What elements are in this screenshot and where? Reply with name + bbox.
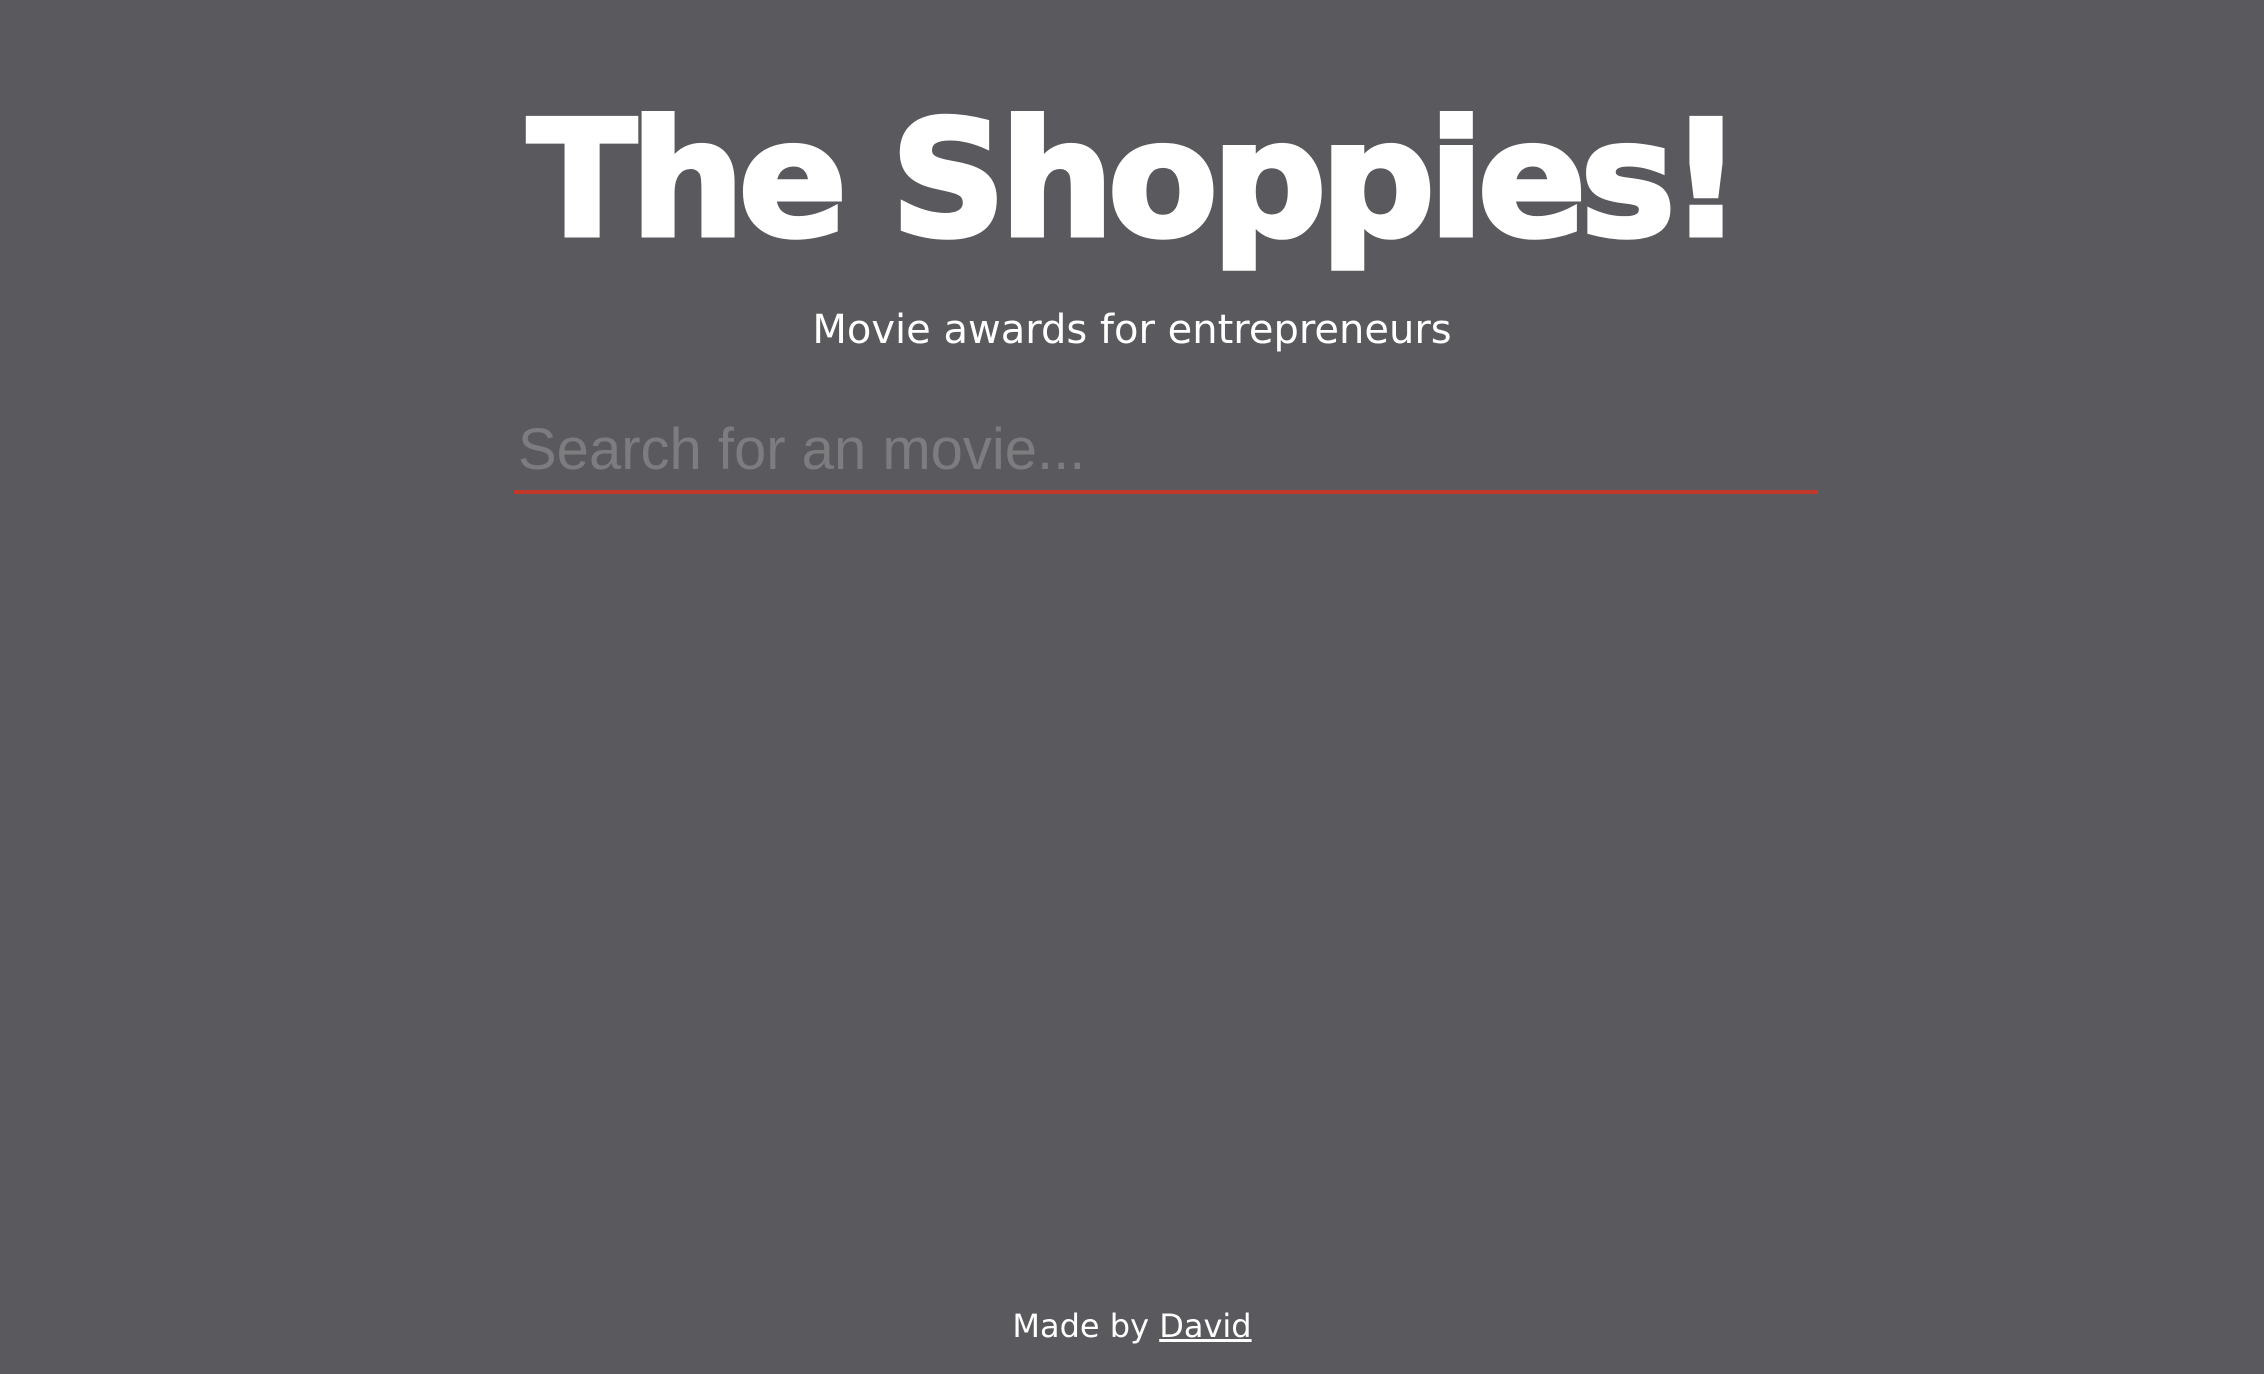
- search-input[interactable]: [514, 408, 1818, 494]
- page: The Shoppies! Movie awards for entrepren…: [0, 0, 2264, 1374]
- page-title: The Shoppies!: [525, 84, 1745, 276]
- footer-made-by-text: Made by: [1012, 1307, 1160, 1345]
- author-link[interactable]: David: [1159, 1307, 1251, 1345]
- footer: Made by David: [0, 1302, 2264, 1350]
- search-container: [514, 408, 1818, 494]
- page-subtitle: Movie awards for entrepreneurs: [812, 307, 1452, 353]
